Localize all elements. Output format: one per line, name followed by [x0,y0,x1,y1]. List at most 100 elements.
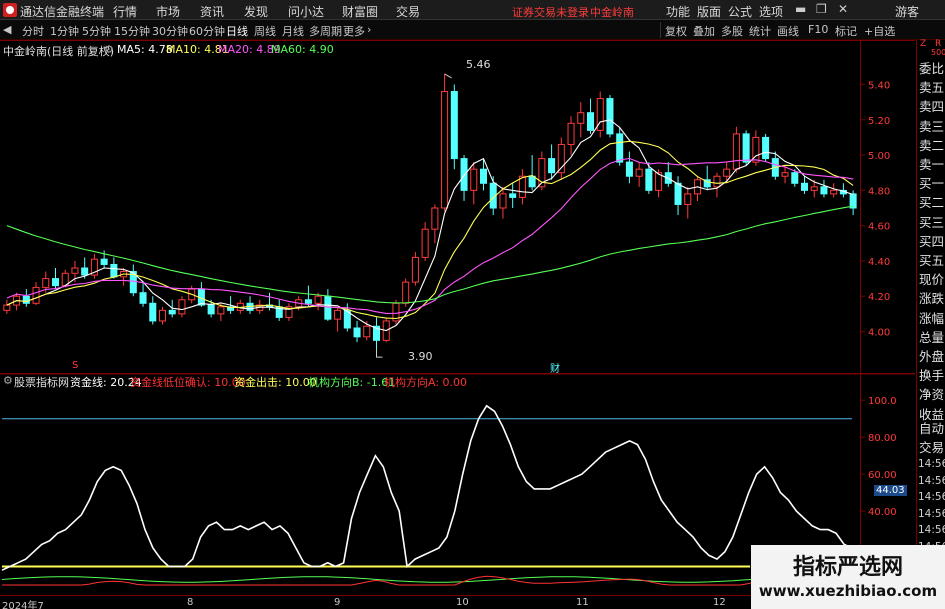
period-intraday[interactable]: 分时 [22,23,44,39]
close-icon[interactable]: ✕ [838,2,848,16]
menu-functions[interactable]: 功能 [666,3,690,20]
menu-layout[interactable]: 版面 [697,3,721,20]
period-1min[interactable]: 1分钟 [50,23,79,39]
candle-down [548,158,556,174]
menu-quotes[interactable]: 行情 [113,3,137,20]
date-tick-jul: 2024年7 [2,601,44,609]
toolbar-divider [660,22,661,38]
candlestick-chart[interactable]: 4.00 4.20 4.40 4.60 4.80 5.00 5.20 5.40 中金岭南(日线… [0,40,915,375]
quote-field[interactable]: 买五 [919,250,944,269]
quote-field[interactable]: 卖一 [919,154,944,173]
candle-up [732,133,740,170]
indicator-tick-label: 100.0 [868,396,897,407]
tool-mark[interactable]: 标记 [835,23,857,39]
quote-field[interactable]: 买二 [919,192,944,211]
candle-down [586,112,595,131]
panel-z-label: Z [920,39,927,49]
minimize-icon[interactable]: ▬ [795,2,806,16]
indicator-title: 股票指标网 [14,376,69,389]
date-tick-oct: 10 [456,597,469,608]
candle-up [178,299,186,315]
quote-field[interactable]: 卖五 [919,77,944,96]
candle-up [431,207,439,230]
period-weekly[interactable]: 周线 [254,23,276,39]
tool-add-watchlist[interactable]: +自选 [864,23,895,39]
price-tick-label: 4.80 [868,186,890,197]
menu-options[interactable]: 选项 [759,3,783,20]
quote-field[interactable]: 买一 [919,173,944,192]
institution-a-label: 机构方向A: 0.00 [384,376,468,389]
period-60min[interactable]: 60分钟 [189,23,225,39]
candle-down [625,161,633,177]
candle-up [713,175,721,188]
current-value-badge: 44.03 [874,485,907,496]
period-more[interactable]: 更多 [343,23,365,39]
period-5min[interactable]: 5分钟 [82,23,111,39]
candle-up [363,325,371,338]
candle-down [509,193,517,198]
candle-up [830,189,838,195]
menu-formula[interactable]: 公式 [728,3,752,20]
candle-down [22,295,30,304]
candle-down [110,263,118,278]
quote-field[interactable]: 现价 [919,269,944,288]
back-arrow-icon[interactable]: ◀ [3,23,11,36]
quote-field[interactable]: 委比 [919,58,944,77]
candle-down [304,299,312,304]
period-15min[interactable]: 15分钟 [114,23,150,39]
quote-field[interactable]: 涨跌 [919,288,944,307]
candlestick-svg[interactable]: 4.00 4.20 4.40 4.60 4.80 5.00 5.20 5.40 [0,40,915,375]
more-chevron-icon[interactable]: › [367,23,371,36]
ma5-label: MA5: 4.78 [117,43,173,56]
candle-up [684,193,692,205]
candle-up [314,295,322,304]
period-daily[interactable]: 日线 [226,23,248,39]
guest-label[interactable]: 游客 [895,3,919,20]
tool-adjust[interactable]: 复权 [665,23,687,39]
period-30min[interactable]: 30分钟 [152,23,188,39]
menu-market[interactable]: 市场 [156,3,180,20]
menu-trade[interactable]: 交易 [396,3,420,20]
quote-field[interactable]: 买四 [919,231,944,250]
quote-field[interactable]: 卖二 [919,135,944,154]
tool-f10[interactable]: F10 [808,23,828,36]
period-monthly[interactable]: 月线 [282,23,304,39]
quote-field[interactable]: 净资 [919,384,944,403]
candle-up [518,175,526,198]
quote-field[interactable]: 总量 [919,327,944,346]
price-tick-label: 4.00 [868,328,890,339]
tool-draw[interactable]: 画线 [777,23,799,39]
candle-down [51,278,60,287]
quote-field[interactable]: 换手 [919,365,944,384]
menu-news[interactable]: 资讯 [200,3,224,20]
settings-gear-icon[interactable]: ⚙ [104,43,114,56]
candle-up [334,309,342,320]
quote-field[interactable]: 涨幅 [919,308,944,327]
quote-field[interactable]: 卖四 [919,96,944,115]
marker-s[interactable]: S [72,360,78,371]
tool-multi-stock[interactable]: 多股 [721,23,743,39]
quote-field[interactable]: 自动 [919,418,944,437]
candle-up [567,122,575,145]
menu-ask[interactable]: 问小达 [288,3,324,20]
quote-field[interactable]: 外盘 [919,346,944,365]
candle-down [800,182,809,191]
restore-icon[interactable]: ❐ [816,2,827,16]
candle-up [411,256,419,283]
quote-field[interactable]: 交易 [919,437,944,456]
candle-up [402,281,410,304]
candle-up [810,186,818,191]
indicator-gear-icon[interactable]: ⚙ [3,374,13,387]
candle-up [499,193,507,209]
quote-field[interactable]: 卖三 [919,116,944,135]
stock-link[interactable]: 中金岭南 [590,4,634,20]
tool-overlay[interactable]: 叠加 [693,23,715,39]
login-notice[interactable]: 证券交易未登录 [512,4,589,20]
menu-wealth[interactable]: 财富圈 [342,3,378,20]
tool-stats[interactable]: 统计 [749,23,771,39]
candle-up [158,309,167,322]
quote-field[interactable]: 买三 [919,212,944,231]
candle-up [781,172,789,177]
period-multi[interactable]: 多周期 [309,23,342,39]
menu-discover[interactable]: 发现 [244,3,268,20]
